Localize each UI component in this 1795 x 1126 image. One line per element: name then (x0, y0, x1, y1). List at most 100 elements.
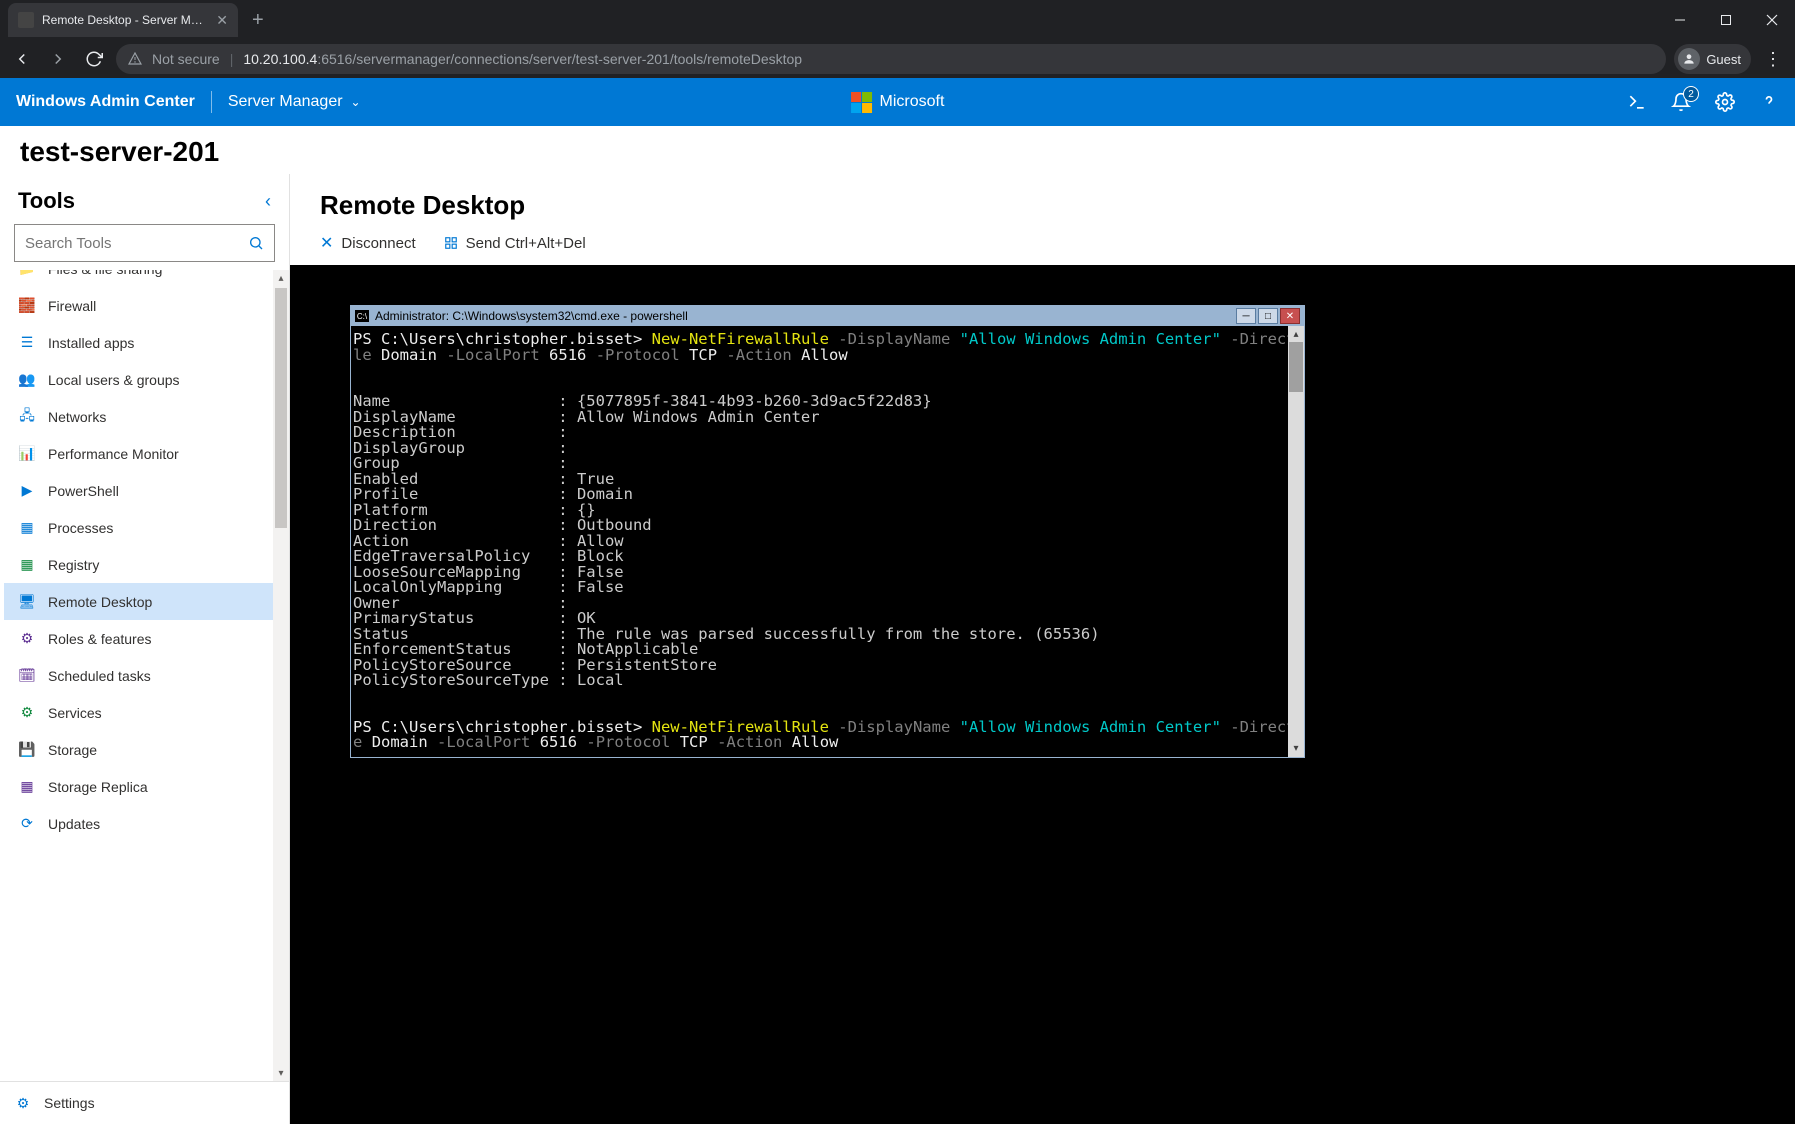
notification-badge: 2 (1683, 86, 1699, 102)
tab-title: Remote Desktop - Server Manag (42, 13, 208, 27)
main-content: Remote Desktop ✕ Disconnect Send Ctrl+Al… (290, 174, 1795, 1124)
tool-icon: ⟳ (18, 815, 36, 833)
powershell-icon[interactable] (1627, 92, 1647, 112)
tool-icon: 🖧 (18, 408, 36, 426)
sidebar-item-scheduled-tasks[interactable]: 🗓Scheduled tasks (4, 657, 273, 694)
ps-scrollbar[interactable]: ▴ ▾ (1288, 326, 1304, 757)
sidebar-item-updates[interactable]: ⟳Updates (4, 805, 273, 842)
tool-label: Storage Replica (48, 779, 148, 795)
sidebar-item-firewall[interactable]: 🧱 Firewall (4, 287, 273, 324)
app-header: Windows Admin Center Server Manager ⌄ Mi… (0, 78, 1795, 126)
tool-label: Services (48, 705, 102, 721)
browser-menu-button[interactable]: ⋮ (1759, 49, 1787, 70)
scroll-up-arrow[interactable]: ▴ (273, 270, 289, 286)
grid-icon (444, 236, 458, 250)
address-bar[interactable]: Not secure | 10.20.100.4:6516/servermana… (116, 44, 1666, 74)
tools-panel: Tools ‹ 📁Files & file sharing🧱Firewall☰I… (0, 174, 290, 1124)
tool-icon: ▦ (18, 778, 36, 796)
window-controls (1657, 0, 1795, 40)
search-input[interactable] (25, 235, 248, 252)
tool-label: Remote Desktop (48, 594, 152, 610)
powershell-window[interactable]: C:\ Administrator: C:\Windows\system32\c… (350, 305, 1305, 758)
header-icons: 2 (1627, 92, 1779, 112)
tool-icon: 📁 (18, 270, 36, 278)
tool-icon: ▦ (18, 519, 36, 537)
tab-strip: Remote Desktop - Server Manag ✕ + (0, 0, 1795, 40)
app-brand[interactable]: Windows Admin Center (16, 93, 195, 111)
settings-row: ⚙ Settings (0, 1081, 289, 1124)
powershell-titlebar[interactable]: C:\ Administrator: C:\Windows\system32\c… (351, 306, 1304, 326)
browser-tab[interactable]: Remote Desktop - Server Manag ✕ (8, 3, 238, 37)
new-tab-button[interactable]: + (252, 9, 264, 32)
search-icon[interactable] (248, 235, 264, 251)
chevron-down-icon: ⌄ (351, 95, 361, 109)
tool-icon: ⚙ (18, 704, 36, 722)
disconnect-button[interactable]: ✕ Disconnect (320, 233, 416, 253)
window-close-button[interactable] (1749, 0, 1795, 40)
sidebar-item-registry[interactable]: ▦Registry (4, 546, 273, 583)
tool-label: Firewall (48, 298, 96, 314)
tools-search[interactable] (14, 224, 275, 262)
sidebar-item-processes[interactable]: ▦ Processes (4, 509, 273, 546)
breadcrumb-label: Server Manager (228, 93, 343, 111)
microsoft-label: Microsoft (880, 93, 945, 111)
tool-icon: 🧱 (18, 297, 36, 315)
ps-maximize-button[interactable]: □ (1258, 308, 1278, 324)
ps-scroll-down[interactable]: ▾ (1288, 741, 1304, 757)
settings-item[interactable]: ⚙ Settings (0, 1082, 289, 1124)
cmd-icon: C:\ (355, 310, 369, 322)
breadcrumb[interactable]: Server Manager ⌄ (228, 93, 361, 111)
window-minimize-button[interactable] (1657, 0, 1703, 40)
sidebar-item-performance-monitor[interactable]: 📊 Performance Monitor (4, 435, 273, 472)
ps-scroll-thumb[interactable] (1289, 342, 1303, 392)
ps-minimize-button[interactable]: ─ (1236, 308, 1256, 324)
gear-icon[interactable] (1715, 92, 1735, 112)
content-title: Remote Desktop (290, 174, 1795, 231)
window-maximize-button[interactable] (1703, 0, 1749, 40)
sidebar-item-local-users-groups[interactable]: 👥Local users & groups (4, 361, 273, 398)
tool-icon: 👥 (18, 371, 36, 389)
sidebar-item-networks[interactable]: 🖧Networks (4, 398, 273, 435)
reload-button[interactable] (80, 45, 108, 73)
tool-icon: 🗓 (18, 667, 36, 685)
ps-close-button[interactable]: ✕ (1280, 308, 1300, 324)
back-button[interactable] (8, 45, 36, 73)
tools-scrollbar[interactable]: ▴ ▾ (273, 270, 289, 1081)
send-cad-label: Send Ctrl+Alt+Del (466, 235, 586, 252)
terminal-output[interactable]: PS C:\Users\christopher.bisset> New-NetF… (351, 326, 1304, 757)
collapse-tools-button[interactable]: ‹ (265, 191, 271, 212)
scroll-down-arrow[interactable]: ▾ (273, 1065, 289, 1081)
nav-row: Not secure | 10.20.100.4:6516/servermana… (0, 40, 1795, 78)
gear-icon: ⚙ (14, 1094, 32, 1112)
tool-icon: ☰ (18, 334, 36, 352)
sidebar-item-files-file-sharing[interactable]: 📁Files & file sharing (4, 270, 273, 287)
sidebar-item-storage[interactable]: 💾Storage (4, 731, 273, 768)
send-cad-button[interactable]: Send Ctrl+Alt+Del (444, 233, 586, 253)
ps-scroll-up[interactable]: ▴ (1288, 326, 1304, 342)
sidebar-item-powershell[interactable]: ▶PowerShell (4, 472, 273, 509)
tool-label: Performance Monitor (48, 446, 179, 462)
sidebar-item-services[interactable]: ⚙ Services (4, 694, 273, 731)
close-tab-icon[interactable]: ✕ (216, 12, 228, 29)
scroll-thumb[interactable] (275, 288, 287, 528)
avatar-icon (1678, 48, 1700, 70)
tool-label: Roles & features (48, 631, 152, 647)
tool-label: Storage (48, 742, 97, 758)
tool-icon: 📊 (18, 445, 36, 463)
not-secure-label: Not secure (152, 51, 220, 67)
sidebar-item-remote-desktop[interactable]: 🖥Remote Desktop (4, 583, 273, 620)
profile-label: Guest (1706, 52, 1741, 67)
rdp-viewport[interactable]: C:\ Administrator: C:\Windows\system32\c… (290, 265, 1795, 1124)
sidebar-item-storage-replica[interactable]: ▦ Storage Replica (4, 768, 273, 805)
help-icon[interactable] (1759, 92, 1779, 112)
tool-icon: ⚙ (18, 630, 36, 648)
tool-label: Processes (48, 520, 113, 536)
tool-list[interactable]: 📁Files & file sharing 🧱 Firewall ☰Installed… (0, 270, 273, 1081)
forward-button[interactable] (44, 45, 72, 73)
sidebar-item-installed-apps[interactable]: ☰Installed apps (4, 324, 273, 361)
notifications-icon[interactable]: 2 (1671, 92, 1691, 112)
tool-label: Registry (48, 557, 99, 573)
sidebar-item-roles-features[interactable]: ⚙ Roles & features (4, 620, 273, 657)
profile-chip[interactable]: Guest (1674, 44, 1751, 74)
powershell-body[interactable]: PS C:\Users\christopher.bisset> New-NetF… (351, 326, 1304, 757)
